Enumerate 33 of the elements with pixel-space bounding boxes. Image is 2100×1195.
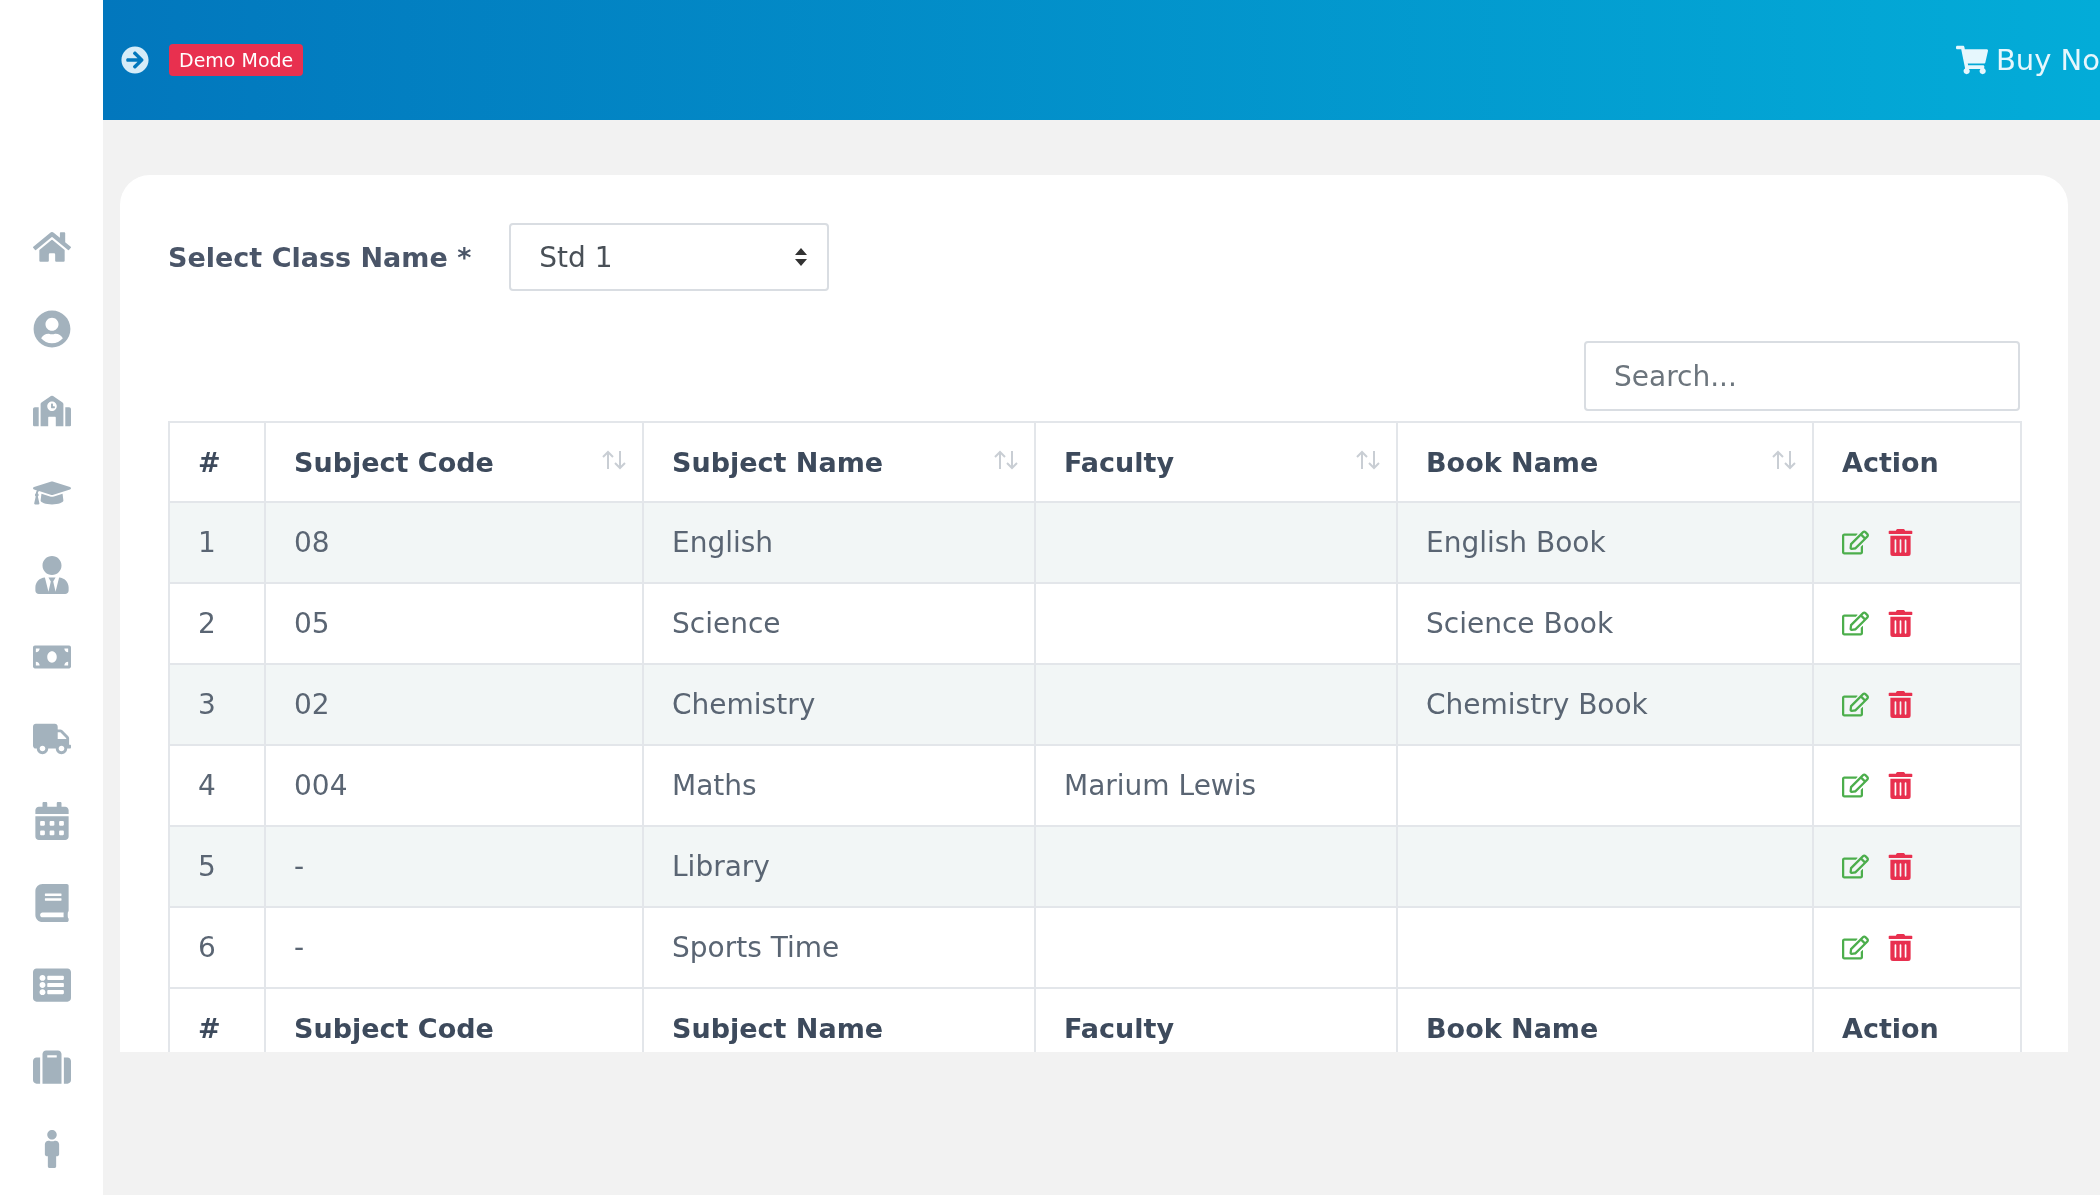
- column-header[interactable]: Subject Code: [265, 422, 643, 502]
- delete-icon[interactable]: [1887, 934, 1914, 961]
- book-icon[interactable]: [32, 884, 71, 922]
- column-header[interactable]: Faculty: [1035, 422, 1397, 502]
- cart-icon: [1955, 44, 1988, 76]
- list-icon[interactable]: [32, 966, 71, 1004]
- calendar-icon[interactable]: [32, 802, 71, 840]
- edit-icon[interactable]: [1842, 529, 1869, 556]
- column-header[interactable]: Book Name: [1397, 422, 1813, 502]
- table-cell: Sports Time: [643, 907, 1035, 988]
- sort-caret-icon: [795, 248, 808, 266]
- class-select-label: Select Class Name *: [168, 241, 472, 273]
- briefcase-icon[interactable]: [32, 1048, 71, 1086]
- delete-icon[interactable]: [1887, 772, 1914, 799]
- search-field[interactable]: Search...: [1584, 341, 2020, 411]
- edit-icon[interactable]: [1842, 853, 1869, 880]
- column-footer: #: [169, 988, 265, 1052]
- delete-icon[interactable]: [1887, 853, 1914, 880]
- arrow-right-icon[interactable]: [121, 46, 149, 74]
- column-header: #: [169, 422, 265, 502]
- class-select[interactable]: Std 1: [509, 223, 830, 291]
- table-cell: 6: [169, 907, 265, 988]
- column-header[interactable]: Subject Name: [643, 422, 1035, 502]
- table-cell: -: [265, 907, 643, 988]
- delete-icon[interactable]: [1887, 691, 1914, 718]
- delete-icon[interactable]: [1887, 529, 1914, 556]
- delete-icon[interactable]: [1887, 610, 1914, 637]
- person-tie-icon[interactable]: [32, 556, 71, 594]
- edit-icon[interactable]: [1842, 934, 1869, 961]
- edit-icon[interactable]: [1842, 610, 1869, 637]
- edit-icon[interactable]: [1842, 691, 1869, 718]
- demo-mode-badge: Demo Mode: [169, 44, 304, 76]
- edit-icon[interactable]: [1842, 772, 1869, 799]
